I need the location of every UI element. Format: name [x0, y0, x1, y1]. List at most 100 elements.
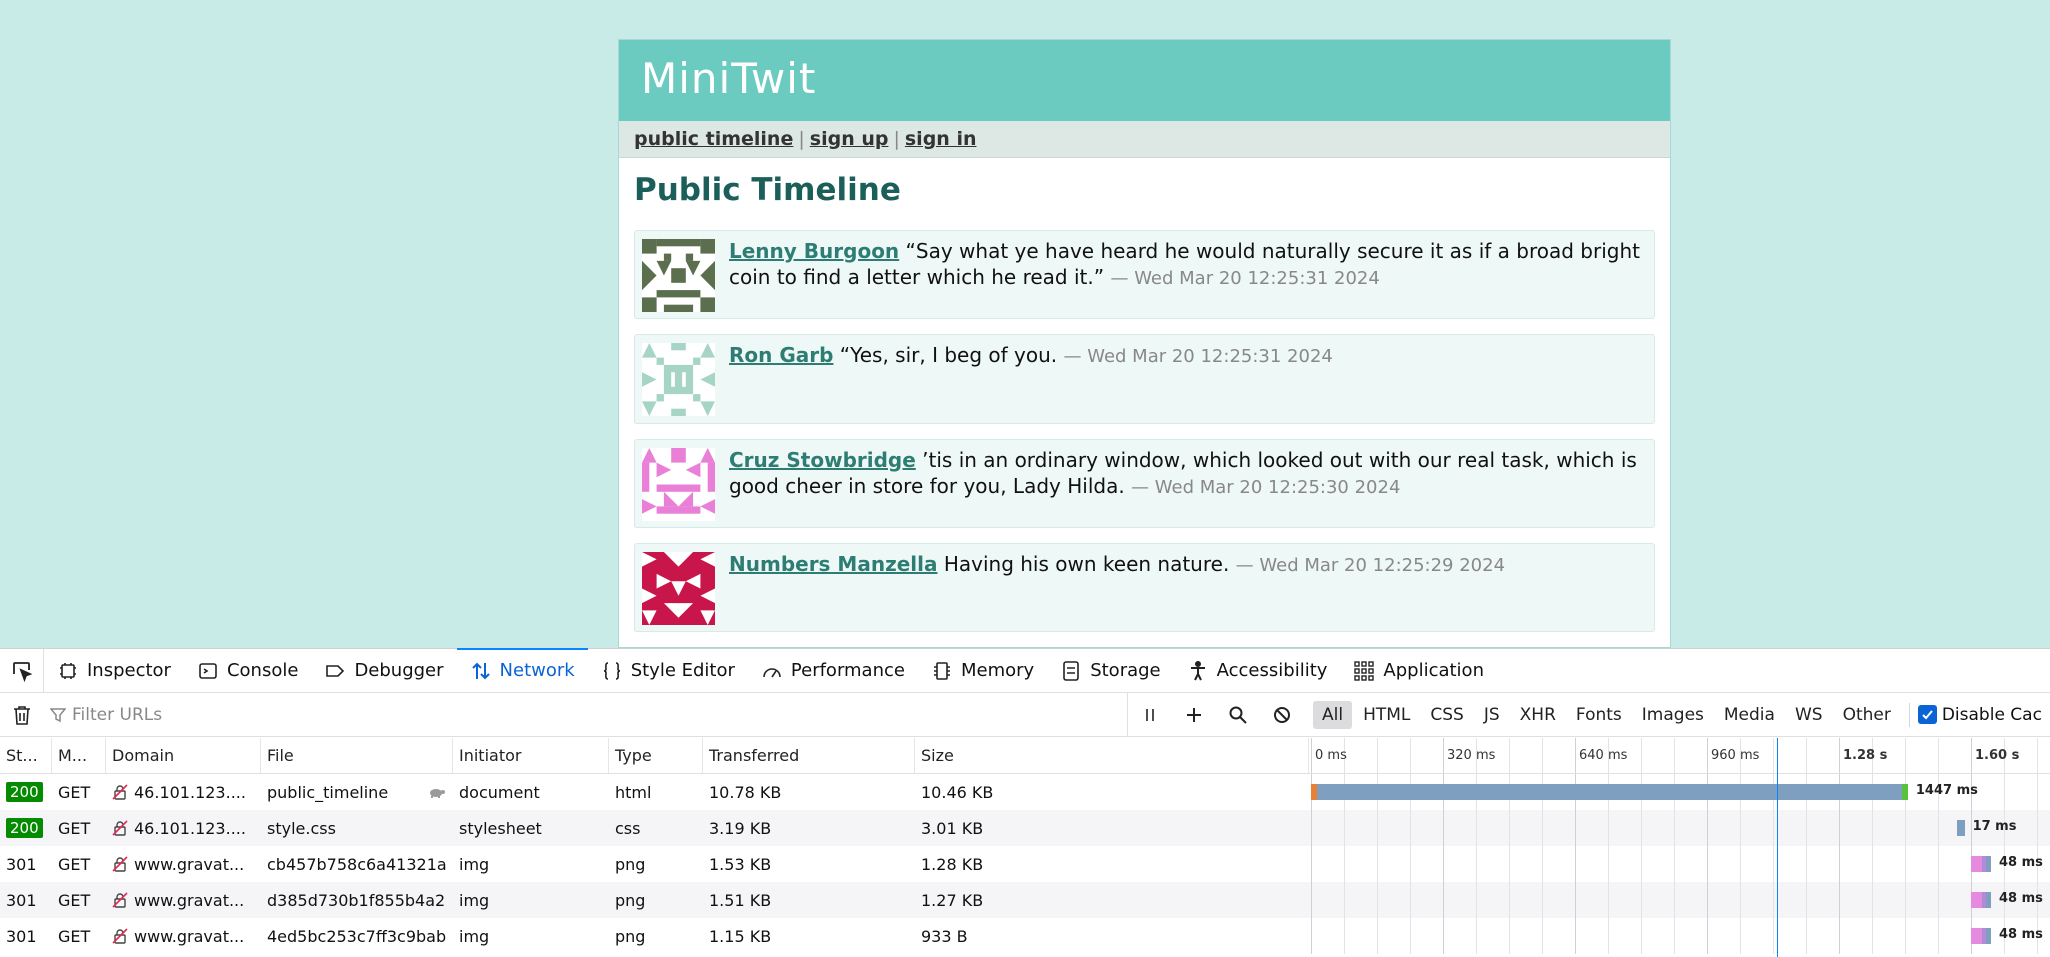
- waterfall-cell: 17 ms: [1309, 810, 2050, 846]
- waterfall-gridline: [1872, 882, 1873, 918]
- filter-xhr-button[interactable]: XHR: [1511, 701, 1565, 729]
- column-header-size[interactable]: Size: [915, 738, 1309, 773]
- filter-images-button[interactable]: Images: [1633, 701, 1713, 729]
- tab-performance[interactable]: Performance: [748, 649, 918, 693]
- column-header-waterfall[interactable]: 0 ms 320 ms 640 ms 960 ms 1.28 s 1.60 s: [1309, 738, 2050, 773]
- column-header-domain[interactable]: Domain: [106, 738, 261, 773]
- column-header-transferred[interactable]: Transferred: [703, 738, 915, 773]
- message-date: — Wed Mar 20 12:25:31 2024: [1063, 346, 1333, 367]
- message-author-link[interactable]: Ron Garb: [729, 343, 833, 367]
- tab-application[interactable]: Application: [1340, 649, 1497, 693]
- tab-accessibility[interactable]: Accessibility: [1174, 649, 1341, 693]
- tab-console[interactable]: Console: [184, 649, 311, 693]
- waterfall-gridline: [1707, 738, 1708, 773]
- waterfall-gridline: [1872, 810, 1873, 846]
- waterfall-duration-label: 48 ms: [1999, 855, 2043, 870]
- column-header-file[interactable]: File: [261, 738, 453, 773]
- column-header-initiator[interactable]: Initiator: [453, 738, 609, 773]
- filter-media-button[interactable]: Media: [1715, 701, 1784, 729]
- file-text: 4ed5bc253c7ff3c9bab: [267, 926, 447, 946]
- block-requests-button[interactable]: [1260, 693, 1304, 737]
- filter-urls-input[interactable]: [72, 704, 972, 725]
- status-code: 301: [6, 926, 37, 946]
- waterfall-gridline: [1674, 882, 1675, 918]
- nav-public-timeline-link[interactable]: public timeline: [634, 128, 793, 150]
- tab-inspector[interactable]: Inspector: [44, 649, 184, 693]
- memory-icon: [931, 660, 953, 682]
- clear-requests-button[interactable]: [0, 693, 44, 737]
- tab-memory[interactable]: Memory: [918, 649, 1047, 693]
- request-row[interactable]: 200 GET 46.101.123.... public_timeline docum…: [0, 774, 2050, 810]
- checkbox-checked-icon[interactable]: [1917, 705, 1937, 724]
- waterfall-gridline: [1707, 882, 1708, 918]
- storage-icon: [1060, 660, 1082, 682]
- transferred-cell: 1.51 KB: [709, 890, 772, 910]
- status-code: 301: [6, 890, 37, 910]
- waterfall-gridline: [1575, 810, 1576, 846]
- request-row[interactable]: 301 GET www.gravat... 4ed5bc253c7ff3c9bab im…: [0, 918, 2050, 954]
- waterfall-gridline: [1542, 882, 1543, 918]
- size-cell: 933 B: [921, 926, 968, 946]
- tab-style-editor[interactable]: Style Editor: [588, 649, 748, 693]
- insecure-lock-icon: [112, 928, 128, 944]
- element-picker-button[interactable]: [0, 648, 44, 693]
- message-item: Numbers Manzella Having his own keen nat…: [634, 543, 1655, 632]
- filter-fonts-button[interactable]: Fonts: [1567, 701, 1631, 729]
- status-cell: 200: [0, 810, 52, 846]
- waterfall-gridline: [1938, 882, 1939, 918]
- site-body: Public Timeline Lenny Burgoon “Say what …: [619, 158, 1670, 648]
- filter-all-button[interactable]: All: [1313, 700, 1353, 729]
- message-author-link[interactable]: Lenny Burgoon: [729, 239, 899, 263]
- waterfall-timing-bar[interactable]: [1971, 928, 1991, 944]
- type-cell: css: [615, 818, 641, 838]
- waterfall-gridline: [1773, 846, 1774, 882]
- message-author-link[interactable]: Cruz Stowbridge: [729, 448, 916, 472]
- waterfall-gridline: [1542, 810, 1543, 846]
- method-cell: GET: [58, 818, 91, 838]
- request-row[interactable]: 301 GET www.gravat... d385d730b1f855b4a2 img…: [0, 882, 2050, 918]
- waterfall-gridline: [1806, 882, 1807, 918]
- filter-other-button[interactable]: Other: [1834, 701, 1900, 729]
- tab-storage[interactable]: Storage: [1047, 649, 1173, 693]
- filter-css-button[interactable]: CSS: [1421, 701, 1472, 729]
- column-header-method[interactable]: M...: [52, 738, 106, 773]
- domain-text: 46.101.123....: [134, 782, 246, 802]
- tab-debugger[interactable]: Debugger: [311, 649, 456, 693]
- request-row[interactable]: 301 GET www.gravat... cb457b758c6a41321a img…: [0, 846, 2050, 882]
- waterfall-gridline: [1773, 810, 1774, 846]
- size-cell: 10.46 KB: [921, 782, 994, 802]
- method-cell: GET: [58, 782, 91, 802]
- column-header-type[interactable]: Type: [609, 738, 703, 773]
- filter-js-button[interactable]: JS: [1475, 701, 1509, 729]
- message-author-link[interactable]: Numbers Manzella: [729, 552, 937, 576]
- nav-sign-in-link[interactable]: sign in: [905, 128, 977, 150]
- waterfall-gridline: [1806, 846, 1807, 882]
- filter-ws-button[interactable]: WS: [1786, 701, 1832, 729]
- waterfall-timing-bar[interactable]: [1956, 820, 1965, 836]
- waterfall-timing-bar[interactable]: [1971, 892, 1991, 908]
- waterfall-gridline: [1971, 738, 1972, 773]
- filter-html-button[interactable]: HTML: [1354, 701, 1419, 729]
- file-cell: cb457b758c6a41321a: [261, 846, 453, 882]
- waterfall-gridline: [1377, 846, 1378, 882]
- domain-cell: 46.101.123....: [106, 774, 261, 810]
- waterfall-gridline: [1641, 846, 1642, 882]
- waterfall-timing-bar[interactable]: [1971, 856, 1991, 872]
- search-button[interactable]: [1216, 693, 1260, 737]
- nav-sign-up-link[interactable]: sign up: [810, 128, 889, 150]
- waterfall-gridline: [1443, 846, 1444, 882]
- new-request-button[interactable]: [1172, 693, 1216, 737]
- waterfall-gridline: [1938, 846, 1939, 882]
- waterfall-gridline: [1377, 738, 1378, 773]
- waterfall-gridline: [1839, 810, 1840, 846]
- waterfall-gridline: [2004, 774, 2005, 810]
- filter-urls-box: [44, 692, 1128, 737]
- disable-cache-toggle[interactable]: Disable Cac: [1917, 705, 2042, 725]
- waterfall-gridline: [1938, 738, 1939, 773]
- tab-network[interactable]: Network: [456, 647, 588, 693]
- request-row[interactable]: 200 GET 46.101.123.... style.css stylesheet c…: [0, 810, 2050, 846]
- waterfall-gridline: [1311, 918, 1312, 954]
- pause-button[interactable]: [1128, 693, 1172, 737]
- column-header-status[interactable]: St...: [0, 738, 52, 773]
- waterfall-timing-bar[interactable]: [1311, 784, 1908, 800]
